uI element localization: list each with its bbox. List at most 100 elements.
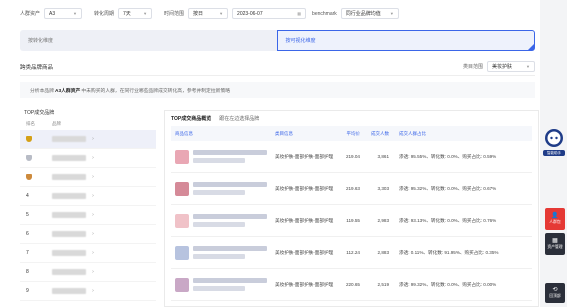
chevron-right-icon: ›	[92, 288, 94, 294]
product-cell	[171, 181, 275, 196]
stat-select[interactable]: 按日 ▼	[188, 8, 229, 19]
rank-cell: 6	[26, 231, 52, 237]
rank-cell: 4	[26, 193, 52, 199]
chevron-down-icon: ▼	[143, 11, 148, 16]
brand-name-redacted	[52, 136, 86, 142]
brand-row[interactable]: ›	[20, 130, 156, 149]
brand-row[interactable]: ›	[20, 149, 156, 168]
view-toggle: 按转化维度 按可视化维度	[20, 30, 535, 51]
qty-cell: 3,861	[377, 154, 390, 159]
period-label: 转化周期	[94, 11, 115, 17]
brand-row[interactable]: 9 ›	[20, 282, 156, 301]
section-header: 跨类品牌商品 类目范围 美妆护肤 ▼	[20, 58, 535, 76]
category-select[interactable]: 美妆护肤 ▼	[487, 61, 535, 72]
brand-name-redacted	[52, 231, 86, 237]
trophy-icon	[26, 174, 32, 180]
toggle-right[interactable]: 按可视化维度	[276, 30, 535, 51]
price-cell: 112.24	[346, 250, 360, 255]
bench-label: benchmark	[312, 10, 337, 17]
crowd-value: A3	[49, 10, 56, 17]
product-info-redacted	[193, 278, 267, 291]
chevron-down-icon: ▼	[73, 11, 78, 16]
chevron-right-icon: ›	[92, 193, 94, 199]
brand-row[interactable]: 6 ›	[20, 225, 156, 244]
chevron-right-icon: ›	[92, 212, 94, 218]
table-row[interactable]: 美妆护肤-面部护肤-面部护理 219.63 3,303 渗透: 95.32%、转化数:…	[171, 173, 532, 205]
back-top-label: 回顶部	[549, 294, 561, 298]
section-title: 跨类品牌商品	[20, 64, 54, 71]
share-cell: 渗透: 99.32%、转化数: 0.0%、购买占比: 0.00%	[399, 281, 497, 287]
category-cell: 美妆护肤-面部护肤-面部护理	[275, 153, 334, 159]
table-row[interactable]: 美妆护肤-面部护肤-面部护理 219.04 3,861 渗透: 95.55%、转化数:…	[171, 141, 532, 173]
table-row[interactable]: 美妆护肤-面部护肤-面部护理 119.55 2,983 渗透: 93.13%、转化数:…	[171, 205, 532, 237]
share-cell: 渗透: 95.32%、转化数: 0.0%、购买占比: 0.67%	[399, 185, 497, 191]
category-label: 类目范围	[462, 64, 483, 70]
product-info-redacted	[193, 150, 267, 163]
asset-button[interactable]: ▦ 资产管理	[545, 233, 565, 255]
desc-bold: A3人群资产	[55, 88, 81, 94]
header-qty[interactable]: 成交人数	[363, 131, 393, 137]
table-row[interactable]: 美妆护肤-面部护肤-面部护理 112.24 2,883 渗透: 0.11%、转化数: …	[171, 237, 532, 269]
brand-name-redacted	[52, 155, 86, 161]
category-cell: 美妆护肤-面部护肤-面部护理	[275, 281, 334, 287]
calendar-icon: ▦	[297, 11, 302, 16]
crowd-pack-button[interactable]: 👤 人群包	[545, 208, 565, 230]
rank-cell	[26, 136, 52, 142]
product-thumbnail	[175, 149, 189, 164]
product-thumbnail	[175, 277, 189, 292]
brand-row[interactable]: 8 ›	[20, 263, 156, 282]
product-table-body: 美妆护肤-面部护肤-面部护理 219.04 3,861 渗透: 95.55%、转化数:…	[165, 141, 538, 301]
brand-name-redacted	[52, 250, 86, 256]
brand-col-header: 品牌	[52, 121, 61, 126]
toggle-left[interactable]: 按转化维度	[20, 30, 277, 51]
brand-row[interactable]: 4 ›	[20, 187, 156, 206]
brand-row[interactable]: 7 ›	[20, 244, 156, 263]
rank-number: 8	[26, 269, 29, 275]
crowd-pack-label: 人群包	[549, 220, 561, 224]
refresh-icon: ⟲	[552, 287, 558, 293]
price-cell: 219.63	[345, 186, 360, 191]
selected-corner-icon	[528, 44, 534, 50]
category-cell: 美妆护肤-面部护肤-面部护理	[275, 217, 334, 223]
table-row[interactable]: 美妆护肤-面部护肤-面部护理 220.65 2,519 渗透: 99.32%、转化数:…	[171, 269, 532, 301]
product-cell	[171, 149, 275, 164]
brand-name-redacted	[52, 193, 86, 199]
header-share: 成交人群占比	[399, 130, 426, 136]
chevron-right-icon: ›	[92, 231, 94, 237]
brand-row[interactable]: 5 ›	[20, 206, 156, 225]
toggle-right-label: 按可视化维度	[285, 38, 316, 44]
brand-name-redacted	[52, 288, 86, 294]
rank-cell	[26, 155, 52, 161]
header-category: 类目信息	[275, 130, 293, 136]
period-select[interactable]: 7天 ▼	[118, 8, 153, 19]
crowd-select[interactable]: A3 ▼	[44, 8, 83, 19]
category-cell: 美妆护肤-面部护肤-面部护理	[275, 249, 334, 255]
date-picker[interactable]: 2023-06-07 ▦	[232, 8, 307, 19]
header-price[interactable]: 平均价	[338, 131, 363, 137]
header-product: 商品信息	[175, 130, 193, 136]
stat-value: 按日	[193, 11, 204, 17]
rank-number: 6	[26, 231, 29, 237]
brand-table-header: 排名 品牌	[20, 118, 156, 130]
tab-hint: 跟在左边选择品牌	[219, 116, 260, 122]
share-cell: 渗透: 0.11%、转化数: 91.95%、购买占比: 0.35%	[399, 249, 499, 255]
brand-row[interactable]: ›	[20, 168, 156, 187]
tab-top-products[interactable]: TOP成交商品概览	[171, 115, 211, 122]
product-tabs: TOP成交商品概览 跟在左边选择品牌	[165, 111, 538, 126]
bench-select[interactable]: 同行业品牌均值 ▼	[340, 8, 399, 19]
date-value: 2023-06-07	[237, 10, 263, 17]
assistant-widget[interactable]: 智能助手	[543, 128, 565, 156]
product-thumbnail	[175, 213, 189, 228]
rank-cell: 5	[26, 212, 52, 218]
rank-number: 4	[26, 193, 29, 199]
qty-cell: 3,303	[377, 186, 390, 191]
back-to-top-button[interactable]: ⟲ 回顶部	[545, 283, 565, 303]
product-table-header: 商品信息 类目信息 平均价 成交人数 成交人群占比	[171, 126, 532, 141]
person-icon: 👤	[551, 213, 559, 219]
category-value: 美妆护肤	[492, 64, 513, 70]
qty-cell: 2,519	[377, 282, 390, 287]
desc-pre: 分析本品牌	[30, 88, 54, 94]
chevron-right-icon: ›	[92, 136, 94, 142]
price-cell: 219.04	[345, 154, 360, 159]
brand-panel-title: TOP成交品牌	[24, 109, 55, 116]
